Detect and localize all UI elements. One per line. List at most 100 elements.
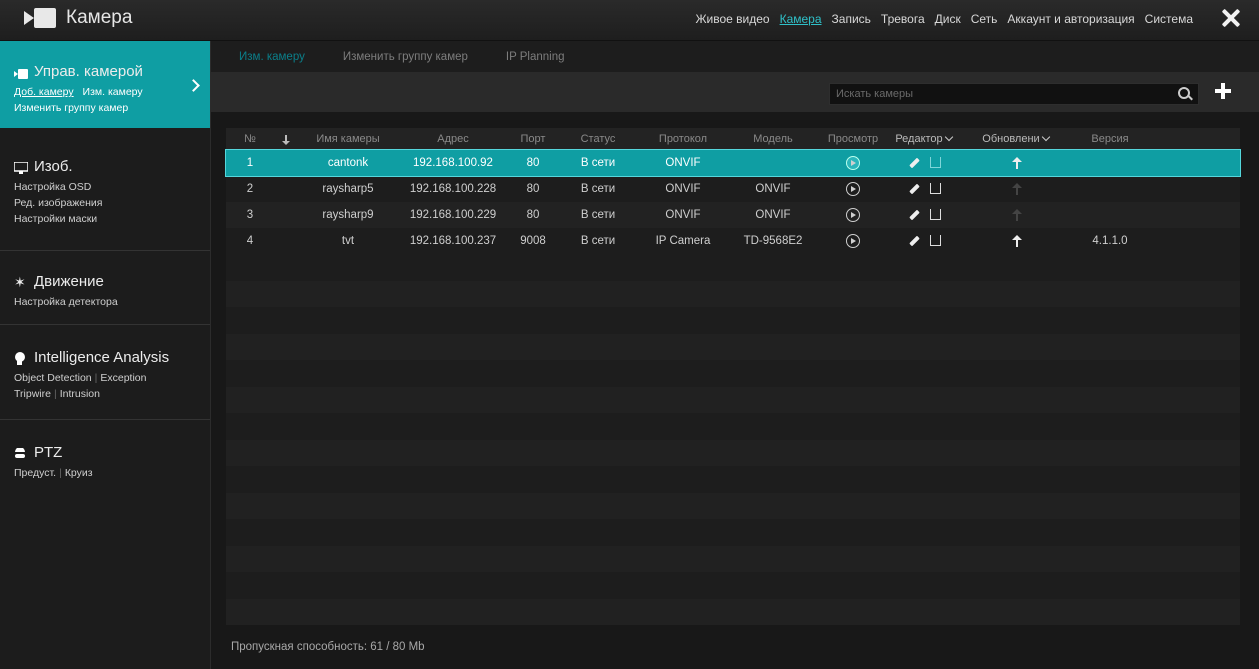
monitor-icon bbox=[13, 160, 29, 174]
sidebar-links: Настройка OSD Ред. изображения Настройки… bbox=[14, 179, 210, 227]
delete-icon[interactable] bbox=[930, 209, 941, 221]
sidebar-section-intelligence[interactable]: Intelligence Analysis Object Detection | E… bbox=[0, 325, 210, 420]
sidebar-section-header: Intelligence Analysis bbox=[14, 325, 210, 366]
cell-protocol: IP Camera bbox=[655, 235, 711, 247]
cell-status: В сети bbox=[580, 235, 616, 247]
cell-port: 80 bbox=[526, 183, 540, 195]
link-edit-camera[interactable]: Изм. камеру bbox=[83, 86, 143, 98]
cell-camera-name: raysharp5 bbox=[322, 183, 374, 195]
main-panel: Изм. камеру Изменить группу камер IP Pla… bbox=[211, 41, 1259, 669]
sidebar-section-motion[interactable]: ✶ Движение Настройка детектора bbox=[0, 251, 210, 325]
search-icon[interactable] bbox=[1178, 87, 1190, 99]
col-camera-name[interactable]: Имя камеры bbox=[298, 133, 398, 145]
link-tripwire[interactable]: Tripwire bbox=[14, 388, 51, 400]
play-icon[interactable] bbox=[846, 234, 860, 248]
tab-ip-planning[interactable]: IP Planning bbox=[506, 51, 565, 63]
col-protocol[interactable]: Протокол bbox=[638, 133, 728, 145]
nav-network[interactable]: Сеть bbox=[971, 12, 998, 26]
table-row[interactable]: 4 tvt 192.168.100.237 9008 В сети IP Cam… bbox=[226, 228, 1240, 254]
upgrade-icon[interactable] bbox=[1012, 234, 1022, 247]
table-row[interactable]: 2 raysharp5 192.168.100.228 80 В сети ON… bbox=[226, 176, 1240, 202]
link-add-camera[interactable]: Доб. камеру bbox=[14, 86, 74, 98]
cell-number: 2 bbox=[246, 183, 254, 195]
col-status[interactable]: Статус bbox=[558, 133, 638, 145]
running-man-icon: ✶ bbox=[14, 273, 26, 290]
play-icon[interactable] bbox=[846, 156, 860, 170]
nav-disk[interactable]: Диск bbox=[935, 12, 961, 26]
link-intrusion[interactable]: Intrusion bbox=[60, 388, 100, 400]
nav-alarm[interactable]: Тревога bbox=[881, 12, 925, 26]
tab-edit-camera[interactable]: Изм. камеру bbox=[239, 51, 305, 63]
sidebar-links: Настройка детектора bbox=[14, 294, 210, 310]
edit-icon[interactable] bbox=[909, 157, 920, 169]
table-row[interactable]: 1 cantonk 192.168.100.92 80 В сети ONVIF bbox=[225, 149, 1241, 177]
table-header: № Имя камеры Адрес Порт Статус Протокол … bbox=[226, 128, 1240, 150]
tab-edit-camera-group[interactable]: Изменить группу камер bbox=[343, 51, 468, 63]
sort-down-icon[interactable] bbox=[274, 133, 298, 145]
col-port[interactable]: Порт bbox=[508, 133, 558, 145]
cell-camera-name: tvt bbox=[341, 235, 355, 247]
sidebar-title-ptz: PTZ bbox=[34, 444, 63, 461]
play-icon[interactable] bbox=[846, 208, 860, 222]
add-camera-button[interactable] bbox=[1214, 82, 1232, 100]
table-empty-area bbox=[226, 254, 1240, 625]
cell-protocol: ONVIF bbox=[665, 157, 701, 169]
sidebar-title-motion: Движение bbox=[34, 273, 104, 290]
sidebar-section-header: Управ. камерой bbox=[14, 41, 210, 80]
link-image-edit[interactable]: Ред. изображения bbox=[14, 197, 102, 209]
sidebar-section-image[interactable]: Изоб. Настройка OSD Ред. изображения Нас… bbox=[0, 128, 210, 251]
edit-icon[interactable] bbox=[909, 235, 920, 247]
sidebar-title-image: Изоб. bbox=[34, 158, 73, 175]
search-input[interactable] bbox=[830, 84, 1172, 104]
col-update-label: Обновлени bbox=[982, 133, 1040, 145]
top-bar: Камера Живое видео Камера Запись Тревога… bbox=[0, 0, 1259, 41]
delete-icon[interactable] bbox=[930, 157, 941, 169]
delete-icon[interactable] bbox=[930, 183, 941, 195]
cell-model: TD-9568E2 bbox=[743, 235, 803, 247]
cell-protocol: ONVIF bbox=[665, 209, 701, 221]
upgrade-icon[interactable] bbox=[1012, 156, 1022, 169]
link-edit-camera-group[interactable]: Изменить группу камер bbox=[14, 102, 128, 114]
table-row[interactable]: 3 raysharp9 192.168.100.229 80 В сети ON… bbox=[226, 202, 1240, 228]
cell-status: В сети bbox=[580, 157, 616, 169]
cell-camera-name: cantonk bbox=[327, 157, 369, 169]
col-version[interactable]: Версия bbox=[1072, 133, 1148, 145]
nav-system[interactable]: Система bbox=[1145, 12, 1193, 26]
sidebar-section-ptz[interactable]: PTZ Предуст. | Круиз bbox=[0, 420, 210, 490]
cell-status: В сети bbox=[580, 183, 616, 195]
upgrade-icon bbox=[1012, 208, 1022, 221]
sidebar-section-camera[interactable]: Управ. камерой Доб. камеру Изм. камеру И… bbox=[0, 41, 210, 128]
nav-record[interactable]: Запись bbox=[832, 12, 871, 26]
link-exception[interactable]: Exception bbox=[100, 372, 146, 384]
bandwidth-status: Пропускная способность: 61 / 80 Mb bbox=[231, 641, 425, 653]
close-icon[interactable] bbox=[1219, 5, 1243, 29]
chevron-down-icon[interactable] bbox=[944, 133, 953, 142]
edit-icon[interactable] bbox=[909, 209, 920, 221]
col-update[interactable]: Обновлени bbox=[962, 133, 1072, 145]
nav-camera[interactable]: Камера bbox=[780, 12, 822, 26]
delete-icon[interactable] bbox=[930, 235, 941, 247]
link-detector[interactable]: Настройка детектора bbox=[14, 296, 118, 308]
col-address[interactable]: Адрес bbox=[398, 133, 508, 145]
col-model[interactable]: Модель bbox=[728, 133, 818, 145]
toolbar bbox=[211, 72, 1259, 112]
chevron-down-icon[interactable] bbox=[1041, 133, 1050, 142]
sidebar-links: Предуст. | Круиз bbox=[14, 467, 93, 479]
camera-table: № Имя камеры Адрес Порт Статус Протокол … bbox=[225, 128, 1241, 625]
cell-address: 192.168.100.229 bbox=[409, 209, 497, 221]
link-cruise[interactable]: Круиз bbox=[65, 467, 93, 479]
cell-number: 1 bbox=[246, 157, 254, 169]
link-object-detection[interactable]: Object Detection bbox=[14, 372, 92, 384]
cell-port: 80 bbox=[526, 157, 540, 169]
link-mask[interactable]: Настройки маски bbox=[14, 213, 97, 225]
col-preview[interactable]: Просмотр bbox=[818, 133, 888, 145]
play-icon[interactable] bbox=[846, 182, 860, 196]
link-preset[interactable]: Предуст. bbox=[14, 467, 56, 479]
link-osd[interactable]: Настройка OSD bbox=[14, 181, 91, 193]
col-number[interactable]: № bbox=[226, 133, 274, 145]
edit-icon[interactable] bbox=[909, 183, 920, 195]
col-editor[interactable]: Редактор bbox=[888, 133, 962, 145]
nav-account[interactable]: Аккаунт и авторизация bbox=[1007, 12, 1134, 26]
brand: Камера bbox=[24, 7, 132, 29]
nav-live-video[interactable]: Живое видео bbox=[695, 12, 769, 26]
